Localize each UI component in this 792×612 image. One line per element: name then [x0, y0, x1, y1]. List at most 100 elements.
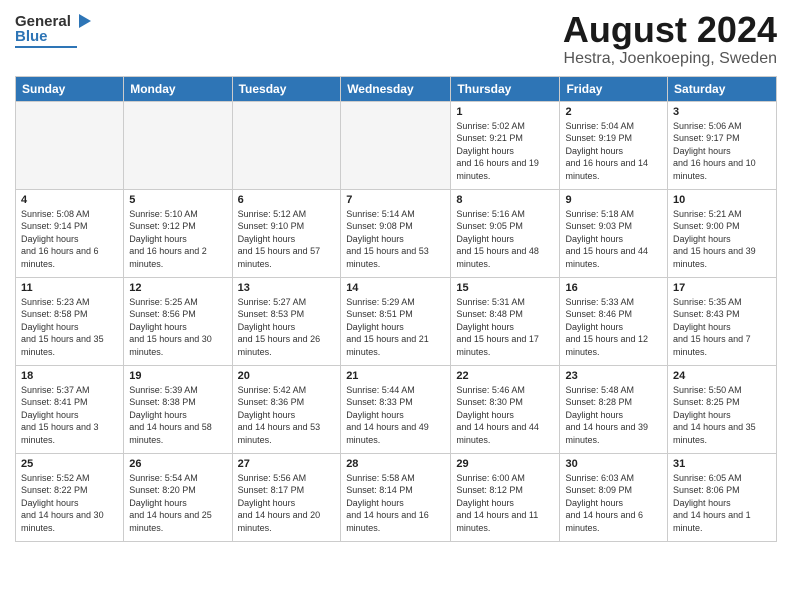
day-number: 16: [565, 282, 662, 294]
day-info: Sunrise: 5:27 AMSunset: 8:53 PMDaylight …: [238, 296, 336, 359]
day-number: 4: [21, 194, 118, 206]
table-row: 24Sunrise: 5:50 AMSunset: 8:25 PMDayligh…: [668, 365, 777, 453]
day-info: Sunrise: 5:02 AMSunset: 9:21 PMDaylight …: [456, 120, 554, 183]
table-row: 10 Sunrise: 5:21 AMSunset: 9:00 PMDayligh…: [668, 189, 777, 277]
table-row: 23Sunrise: 5:48 AMSunset: 8:28 PMDayligh…: [560, 365, 668, 453]
day-info: Sunrise: 6:03 AMSunset: 8:09 PMDaylight …: [565, 472, 662, 535]
day-info: Sunrise: 5:04 AMSunset: 9:19 PMDaylight …: [565, 120, 662, 183]
day-number: 9: [565, 194, 662, 206]
col-saturday: Saturday: [668, 76, 777, 101]
day-info: Sunrise: 5:56 AMSunset: 8:17 PMDaylight …: [238, 472, 336, 535]
table-row: 27 Sunrise: 5:56 AMSunset: 8:17 PMDayligh…: [232, 453, 341, 541]
table-row: 30Sunrise: 6:03 AMSunset: 8:09 PMDayligh…: [560, 453, 668, 541]
table-row: 12Sunrise: 5:25 AMSunset: 8:56 PMDayligh…: [124, 277, 232, 365]
col-monday: Monday: [124, 76, 232, 101]
table-row: 31 Sunrise: 6:05 AMSunset: 8:06 PMDayligh…: [668, 453, 777, 541]
day-number: 31: [673, 458, 771, 470]
day-info: Sunrise: 5:18 AMSunset: 9:03 PMDaylight …: [565, 208, 662, 271]
table-row: 26Sunrise: 5:54 AMSunset: 8:20 PMDayligh…: [124, 453, 232, 541]
table-row: 9 Sunrise: 5:18 AMSunset: 9:03 PMDaylight…: [560, 189, 668, 277]
day-number: 17: [673, 282, 771, 294]
day-info: Sunrise: 5:10 AMSunset: 9:12 PMDaylight …: [129, 208, 226, 271]
table-row: 6 Sunrise: 5:12 AMSunset: 9:10 PMDaylight…: [232, 189, 341, 277]
table-row: [341, 101, 451, 189]
day-number: 14: [346, 282, 445, 294]
table-row: 28 Sunrise: 5:58 AMSunset: 8:14 PMDayligh…: [341, 453, 451, 541]
day-number: 5: [129, 194, 226, 206]
table-row: 1 Sunrise: 5:02 AMSunset: 9:21 PMDaylight…: [451, 101, 560, 189]
logo: General Blue: [15, 10, 93, 48]
table-row: 16 Sunrise: 5:33 AMSunset: 8:46 PMDayligh…: [560, 277, 668, 365]
day-info: Sunrise: 5:21 AMSunset: 9:00 PMDaylight …: [673, 208, 771, 271]
day-number: 10: [673, 194, 771, 206]
day-info: Sunrise: 5:50 AMSunset: 8:25 PMDaylight …: [673, 384, 771, 447]
day-info: Sunrise: 6:00 AMSunset: 8:12 PMDaylight …: [456, 472, 554, 535]
day-info: Sunrise: 5:06 AMSunset: 9:17 PMDaylight …: [673, 120, 771, 183]
day-number: 13: [238, 282, 336, 294]
day-info: Sunrise: 5:08 AMSunset: 9:14 PMDaylight …: [21, 208, 118, 271]
logo-underline: [15, 46, 77, 48]
day-info: Sunrise: 5:58 AMSunset: 8:14 PMDaylight …: [346, 472, 445, 535]
table-row: 17 Sunrise: 5:35 AMSunset: 8:43 PMDayligh…: [668, 277, 777, 365]
table-row: 18 Sunrise: 5:37 AMSunset: 8:41 PMDayligh…: [16, 365, 124, 453]
calendar-week-row: 25 Sunrise: 5:52 AMSunset: 8:22 PMDayligh…: [16, 453, 777, 541]
day-number: 26: [129, 458, 226, 470]
page-title: August 2024: [563, 10, 777, 50]
col-wednesday: Wednesday: [341, 76, 451, 101]
day-info: Sunrise: 5:12 AMSunset: 9:10 PMDaylight …: [238, 208, 336, 271]
page-header: General Blue August 2024 Hestra, Joenkoe…: [15, 10, 777, 68]
table-row: [16, 101, 124, 189]
logo-general: General: [15, 13, 71, 30]
calendar-week-row: 1 Sunrise: 5:02 AMSunset: 9:21 PMDaylight…: [16, 101, 777, 189]
day-number: 27: [238, 458, 336, 470]
day-number: 11: [21, 282, 118, 294]
table-row: 21Sunrise: 5:44 AMSunset: 8:33 PMDayligh…: [341, 365, 451, 453]
day-info: Sunrise: 5:46 AMSunset: 8:30 PMDaylight …: [456, 384, 554, 447]
day-info: Sunrise: 5:14 AMSunset: 9:08 PMDaylight …: [346, 208, 445, 271]
calendar-table: Sunday Monday Tuesday Wednesday Thursday…: [15, 76, 777, 542]
day-info: Sunrise: 5:35 AMSunset: 8:43 PMDaylight …: [673, 296, 771, 359]
day-number: 28: [346, 458, 445, 470]
day-number: 7: [346, 194, 445, 206]
day-number: 6: [238, 194, 336, 206]
table-row: 13 Sunrise: 5:27 AMSunset: 8:53 PMDayligh…: [232, 277, 341, 365]
col-sunday: Sunday: [16, 76, 124, 101]
col-thursday: Thursday: [451, 76, 560, 101]
page-subtitle: Hestra, Joenkoeping, Sweden: [563, 50, 777, 68]
day-number: 18: [21, 370, 118, 382]
day-number: 25: [21, 458, 118, 470]
table-row: 14Sunrise: 5:29 AMSunset: 8:51 PMDayligh…: [341, 277, 451, 365]
col-friday: Friday: [560, 76, 668, 101]
day-number: 8: [456, 194, 554, 206]
calendar-header-row: Sunday Monday Tuesday Wednesday Thursday…: [16, 76, 777, 101]
day-number: 23: [565, 370, 662, 382]
day-number: 29: [456, 458, 554, 470]
table-row: 5 Sunrise: 5:10 AMSunset: 9:12 PMDaylight…: [124, 189, 232, 277]
day-info: Sunrise: 5:16 AMSunset: 9:05 PMDaylight …: [456, 208, 554, 271]
day-number: 2: [565, 106, 662, 118]
title-block: August 2024 Hestra, Joenkoeping, Sweden: [563, 10, 777, 68]
table-row: 4 Sunrise: 5:08 AMSunset: 9:14 PMDaylight…: [16, 189, 124, 277]
day-number: 1: [456, 106, 554, 118]
day-number: 20: [238, 370, 336, 382]
table-row: 2 Sunrise: 5:04 AMSunset: 9:19 PMDaylight…: [560, 101, 668, 189]
table-row: 29 Sunrise: 6:00 AMSunset: 8:12 PMDayligh…: [451, 453, 560, 541]
table-row: 3 Sunrise: 5:06 AMSunset: 9:17 PMDaylight…: [668, 101, 777, 189]
table-row: 25 Sunrise: 5:52 AMSunset: 8:22 PMDayligh…: [16, 453, 124, 541]
day-info: Sunrise: 5:37 AMSunset: 8:41 PMDaylight …: [21, 384, 118, 447]
day-number: 19: [129, 370, 226, 382]
day-number: 12: [129, 282, 226, 294]
table-row: [124, 101, 232, 189]
day-info: Sunrise: 5:23 AMSunset: 8:58 PMDaylight …: [21, 296, 118, 359]
logo-blue: Blue: [15, 28, 48, 45]
calendar-week-row: 4 Sunrise: 5:08 AMSunset: 9:14 PMDaylight…: [16, 189, 777, 277]
day-info: Sunrise: 6:05 AMSunset: 8:06 PMDaylight …: [673, 472, 771, 535]
table-row: 20Sunrise: 5:42 AMSunset: 8:36 PMDayligh…: [232, 365, 341, 453]
col-tuesday: Tuesday: [232, 76, 341, 101]
day-number: 3: [673, 106, 771, 118]
logo-triangle-icon: [71, 10, 93, 32]
day-number: 15: [456, 282, 554, 294]
table-row: 7 Sunrise: 5:14 AMSunset: 9:08 PMDaylight…: [341, 189, 451, 277]
day-info: Sunrise: 5:33 AMSunset: 8:46 PMDaylight …: [565, 296, 662, 359]
day-info: Sunrise: 5:52 AMSunset: 8:22 PMDaylight …: [21, 472, 118, 535]
